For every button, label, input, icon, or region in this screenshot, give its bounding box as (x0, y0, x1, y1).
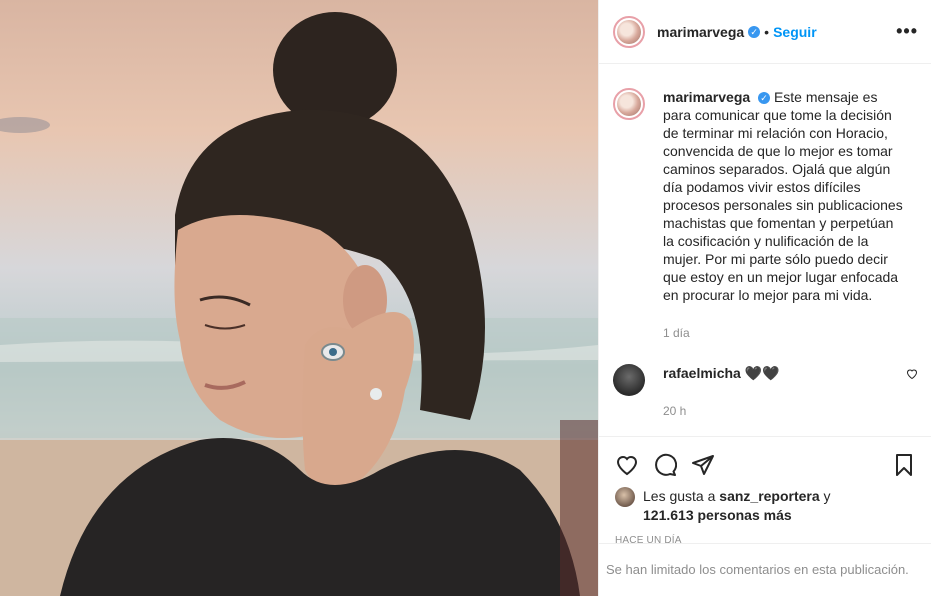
comment-body: rafaelmicha 🖤🖤 20 h (663, 364, 906, 420)
caption-time[interactable]: 1 día (663, 324, 907, 342)
comment-item: rafaelmicha 🖤🖤 20 h (613, 364, 918, 420)
author-avatar[interactable] (613, 15, 645, 48)
caption: marimarvega ✓ Este mensaje es para comun… (613, 88, 918, 342)
liker-username[interactable]: sanz_reportera (719, 488, 819, 504)
comment-text: 🖤🖤 (744, 365, 780, 381)
comment-icon[interactable] (653, 453, 677, 477)
instagram-post-view: marimarvega ✓ • Seguir ••• marimarvega ✓… (0, 0, 931, 596)
separator-dot: • (764, 23, 770, 40)
like-heart-icon[interactable] (615, 453, 639, 477)
comment-username[interactable]: rafaelmicha (663, 365, 741, 381)
likes-prefix: Les gusta a (643, 488, 720, 504)
caption-verified-icon: ✓ (758, 92, 771, 105)
action-icons (615, 445, 916, 485)
post-sidebar: marimarvega ✓ • Seguir ••• marimarvega ✓… (598, 0, 931, 596)
caption-username[interactable]: marimarvega (663, 89, 750, 105)
comment-like-heart-icon[interactable] (906, 368, 918, 380)
post-photo[interactable] (0, 0, 598, 596)
commenter-avatar[interactable] (613, 364, 645, 396)
post-actions: Les gusta a sanz_reportera y 121.613 per… (599, 436, 931, 546)
verified-badge-icon: ✓ (748, 25, 761, 38)
post-header: marimarvega ✓ • Seguir ••• (599, 0, 931, 64)
author-username[interactable]: marimarvega (657, 24, 744, 40)
caption-avatar[interactable] (613, 88, 645, 120)
photo-illustration (0, 12, 598, 596)
comments-limited-notice: Se han limitado los comentarios en esta … (599, 543, 931, 596)
likes-summary: Les gusta a sanz_reportera y 121.613 per… (615, 487, 916, 525)
comments-list[interactable]: marimarvega ✓ Este mensaje es para comun… (599, 70, 931, 436)
more-options-icon[interactable]: ••• (896, 21, 918, 42)
send-icon[interactable] (691, 453, 715, 477)
caption-body: marimarvega ✓ Este mensaje es para comun… (663, 88, 907, 342)
liker-avatar[interactable] (615, 487, 635, 507)
likes-count[interactable]: 121.613 personas más (643, 507, 792, 523)
bookmark-icon[interactable] (892, 453, 916, 477)
likes-text: Les gusta a sanz_reportera y 121.613 per… (643, 487, 831, 525)
follow-button[interactable]: Seguir (773, 24, 817, 40)
likes-conj: y (819, 488, 831, 504)
comment-time[interactable]: 20 h (663, 402, 906, 420)
caption-text: Este mensaje es para comunicar que tome … (663, 89, 903, 303)
